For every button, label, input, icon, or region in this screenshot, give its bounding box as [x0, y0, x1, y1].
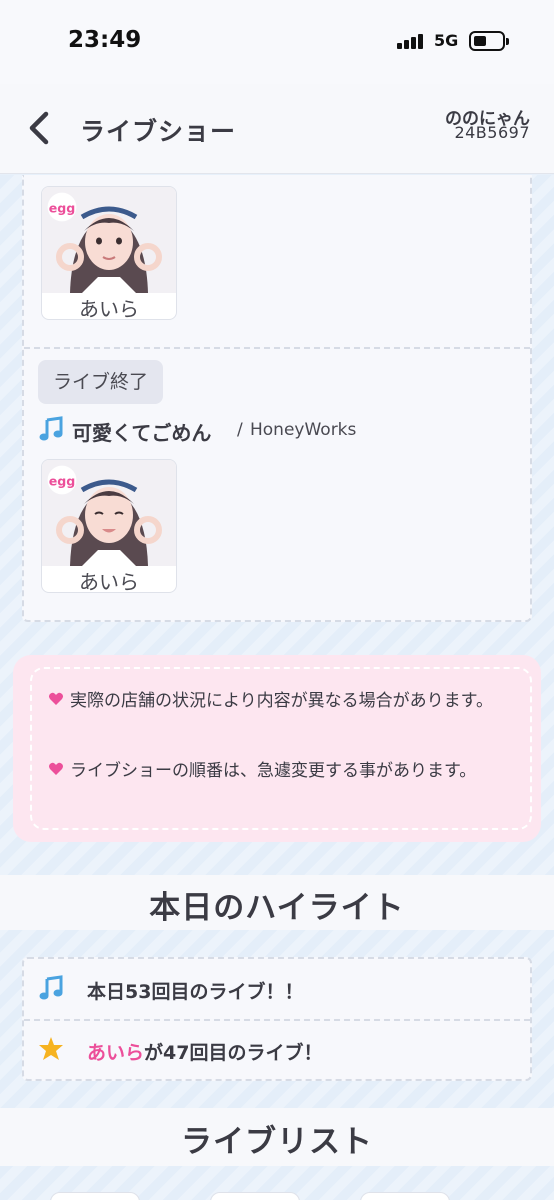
user-id: 24B5697	[454, 123, 530, 142]
notice-item: ライブショーの順番は、急遽変更する事があります。	[48, 758, 518, 784]
svg-text:egg: egg	[49, 200, 76, 215]
live-status-badge: ライブ終了	[38, 360, 163, 404]
divider	[24, 347, 530, 349]
song-title: 可愛くてごめん	[72, 421, 212, 445]
performer-name: あいら	[79, 570, 139, 593]
svg-text:egg: egg	[49, 473, 76, 488]
highlight-item: あいらが47回目のライブ！	[87, 1038, 322, 1065]
notice-text: ライブショーの順番は、急遽変更する事があります。	[70, 761, 477, 781]
music-note-icon	[39, 975, 63, 1000]
live-list-title: ライブリスト	[181, 1124, 373, 1160]
network-label: 5G	[434, 31, 459, 50]
highlight-item: 本日53回目のライブ！！	[87, 981, 304, 1003]
egg-logo: egg	[47, 192, 77, 222]
battery-icon	[469, 31, 509, 51]
status-time: 23:49	[68, 27, 142, 53]
live-list-tile[interactable]	[210, 1192, 300, 1200]
highlight-text: が47回目のライブ！	[144, 1042, 323, 1064]
performer-tile[interactable]: egg あいら	[41, 459, 177, 593]
performer-tile[interactable]: egg あいら	[41, 186, 177, 320]
page-title: ライブショー	[80, 117, 237, 146]
live-list-tile[interactable]	[360, 1192, 450, 1200]
heart-icon	[49, 692, 63, 705]
divider	[24, 1019, 530, 1021]
status-bar: 23:49 5G	[0, 0, 554, 84]
notice-item: 実際の店舗の状況により内容が異なる場合があります。	[48, 688, 518, 714]
heart-icon	[49, 762, 63, 775]
song-separator: /	[237, 420, 243, 440]
song-artist: HoneyWorks	[250, 420, 357, 440]
egg-logo: egg	[47, 465, 77, 495]
performer-name: あいら	[79, 297, 139, 320]
highlights-title: 本日のハイライト	[149, 890, 405, 926]
star-icon	[39, 1037, 63, 1060]
highlight-performer-name[interactable]: あいら	[87, 1042, 144, 1064]
live-list-tile[interactable]	[50, 1192, 140, 1200]
music-note-icon	[39, 416, 63, 441]
back-arrow-icon[interactable]	[26, 110, 54, 146]
signal-icon	[397, 33, 427, 49]
notice-text: 実際の店舗の状況により内容が異なる場合があります。	[70, 691, 493, 711]
